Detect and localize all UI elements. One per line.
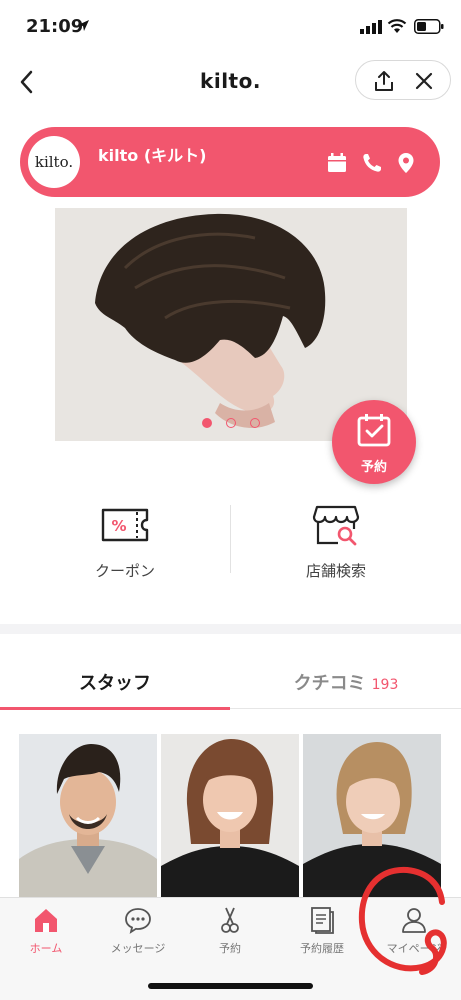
bottom-nav-mypage[interactable]: マイページ	[368, 906, 460, 962]
bottom-nav-home-label: ホーム	[29, 942, 63, 955]
status-bar: 21:09	[0, 0, 461, 56]
section-divider	[0, 624, 461, 634]
tab-reviews[interactable]: クチコミ 193	[231, 645, 461, 709]
nav-actions-pill	[355, 60, 451, 100]
store-search-button[interactable]: 店舗検索	[236, 500, 436, 590]
home-indicator	[148, 983, 313, 989]
staff-list	[0, 734, 461, 898]
scissors-icon	[221, 907, 239, 933]
reserve-fab[interactable]: 予約	[332, 400, 416, 484]
tab-reviews-count: 193	[371, 677, 399, 693]
store-search-label: 店舗検索	[305, 562, 366, 580]
bottom-nav-history[interactable]: 予約履歴	[276, 906, 368, 962]
content-tabs: スタッフ クチコミ 193	[0, 645, 461, 710]
signal-icon	[360, 20, 382, 34]
map-pin-icon[interactable]	[395, 152, 417, 174]
close-icon[interactable]	[412, 69, 436, 93]
tab-staff-label: スタッフ	[79, 673, 151, 694]
coupon-ticket-icon: %	[101, 508, 149, 542]
bottom-nav-home[interactable]: ホーム	[0, 906, 92, 962]
salon-name: kilto (キルト)	[98, 146, 207, 165]
carousel-dot[interactable]	[250, 418, 260, 428]
salon-banner[interactable]: kilto. kilto (キルト)	[20, 127, 440, 197]
tab-staff[interactable]: スタッフ	[0, 645, 230, 710]
carousel-dot[interactable]	[202, 418, 212, 428]
coupon-button[interactable]: % クーポン	[25, 500, 225, 590]
svg-text:%: %	[111, 517, 126, 535]
divider	[230, 505, 231, 573]
staff-card[interactable]	[19, 734, 157, 898]
reserve-fab-label: 予約	[360, 460, 387, 475]
bottom-nav-reserve[interactable]: 予約	[184, 906, 276, 962]
staff-photo	[19, 734, 157, 898]
nav-bar: kilto.	[0, 56, 461, 108]
coupon-label: クーポン	[94, 562, 155, 580]
bottom-nav-message[interactable]: メッセージ	[92, 906, 184, 962]
store-search-icon	[312, 505, 360, 546]
staff-card[interactable]	[161, 734, 299, 898]
share-icon[interactable]	[372, 69, 396, 93]
salon-logo: kilto.	[28, 136, 80, 188]
staff-photo	[303, 734, 441, 898]
tab-active-underline	[0, 707, 230, 710]
staff-photo	[161, 734, 299, 898]
bottom-nav-history-label: 予約履歴	[300, 942, 344, 955]
carousel-dot[interactable]	[226, 418, 236, 428]
message-bubble-icon	[125, 908, 151, 934]
bottom-nav-message-label: メッセージ	[110, 942, 166, 955]
wifi-icon	[387, 19, 407, 33]
staff-card[interactable]	[303, 734, 441, 898]
calendar-icon[interactable]	[326, 152, 348, 174]
history-document-icon	[311, 907, 334, 934]
location-arrow-icon	[78, 20, 89, 31]
battery-icon	[414, 19, 444, 34]
home-icon	[35, 909, 57, 932]
bottom-nav-reserve-label: 予約	[219, 942, 241, 955]
status-time: 21:09	[26, 16, 84, 37]
tab-reviews-label: クチコミ	[293, 673, 366, 694]
bottom-nav-mypage-label: マイページ	[386, 942, 442, 955]
phone-icon[interactable]	[361, 152, 383, 174]
user-profile-icon	[402, 908, 426, 933]
salon-logo-text: kilto.	[34, 153, 74, 171]
calendar-check-icon	[357, 414, 391, 447]
